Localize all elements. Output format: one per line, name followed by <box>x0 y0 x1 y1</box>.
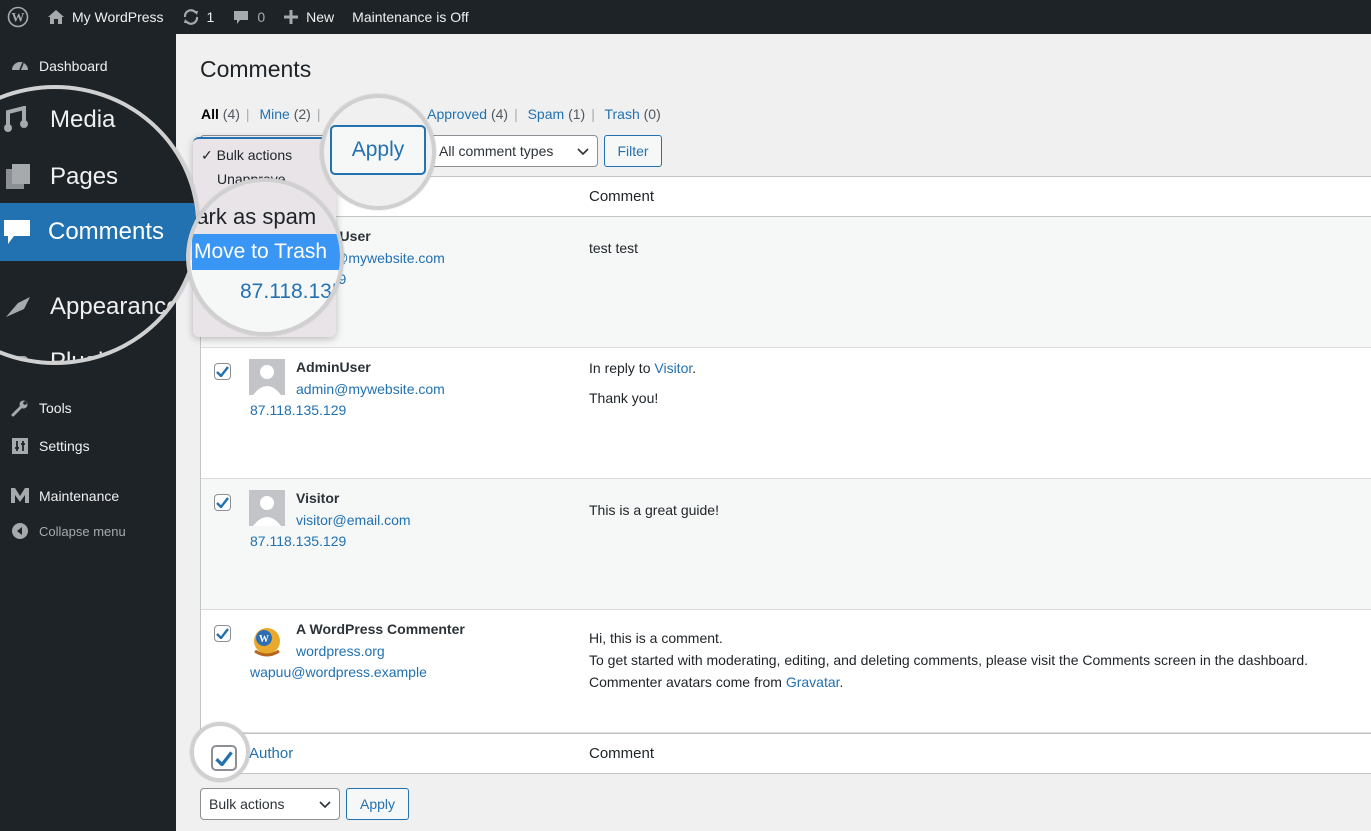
comment-text: This is a great guide! <box>589 502 719 518</box>
comments-table: Author Comment AdminUser admin@mywebsite… <box>200 176 1371 774</box>
column-author-footer[interactable]: Author <box>249 745 293 762</box>
filter-all[interactable]: All (4) <box>201 106 240 122</box>
sidebar-item-comments[interactable]: Comments <box>0 203 196 261</box>
table-row: Visitor visitor@email.com 87.118.135.129… <box>201 479 1371 610</box>
sidebar-label: Tools <box>39 400 72 416</box>
gravatar-link[interactable]: Gravatar <box>786 674 840 690</box>
sidebar-item-settings[interactable]: Settings <box>0 429 176 463</box>
svg-text:W: W <box>259 634 269 645</box>
settings-icon <box>10 436 30 456</box>
home-icon <box>47 8 65 26</box>
row-checkbox[interactable] <box>214 625 231 642</box>
author-name: AdminUser <box>296 359 371 375</box>
table-row: W A WordPress Commenter wordpress.org wa… <box>201 610 1371 733</box>
comments-count: 0 <box>257 9 266 25</box>
site-name: My WordPress <box>72 9 164 25</box>
table-footer: Author Comment <box>201 733 1371 773</box>
tools-icon <box>10 398 30 418</box>
plus-icon <box>283 9 299 25</box>
pages-icon <box>4 163 34 191</box>
svg-text:W: W <box>12 10 25 25</box>
comment-status-filters: All (4)| Mine (2)| | Approved (4)| Spam … <box>201 106 661 122</box>
maintenance-status-link[interactable]: Maintenance is Off <box>343 0 477 34</box>
updates-count: 1 <box>206 9 215 25</box>
sidebar-label: Dashboard <box>39 58 108 74</box>
chevron-down-icon <box>577 143 589 159</box>
comment-text: test test <box>589 240 639 256</box>
filter-trash[interactable]: Trash (0) <box>604 106 660 122</box>
author-ip[interactable]: 87.118.135.129 <box>250 402 346 418</box>
dropdown-magnifier: Mark as spam Move to Trash 87.118.135.12… <box>186 178 344 336</box>
sidebar-item-appearance[interactable]: Appearance <box>4 284 196 330</box>
wordpress-logo-menu[interactable]: W <box>0 0 38 34</box>
comment-type-select[interactable]: All comment types <box>430 135 598 167</box>
author-email[interactable]: visitor@email.com <box>296 512 411 528</box>
comments-icon <box>2 218 32 246</box>
new-label: New <box>306 9 335 25</box>
author-email[interactable]: wapuu@wordpress.example <box>250 664 427 680</box>
wapuu-avatar: W <box>249 621 285 657</box>
apply-magnifier: Apply <box>320 94 436 210</box>
comment-bubble-icon <box>232 8 250 26</box>
reply-to-link[interactable]: Visitor <box>654 360 692 376</box>
updates-link[interactable]: 1 <box>173 0 224 34</box>
dropdown-option-mark-as-spam[interactable]: Mark as spam <box>190 204 316 230</box>
apply-button-bottom[interactable]: Apply <box>346 788 409 820</box>
checkmark-icon: ✓ <box>201 147 213 163</box>
maintenance-icon <box>10 486 30 506</box>
author-ip[interactable]: 87.118.135.129 <box>250 533 346 549</box>
dropdown-option-move-to-trash[interactable]: Move to Trash <box>192 234 340 270</box>
author-name: Visitor <box>296 490 340 506</box>
media-icon <box>4 106 34 134</box>
sidebar-item-dashboard[interactable]: Dashboard <box>0 49 176 83</box>
sidebar-item-tools[interactable]: Tools <box>0 391 176 425</box>
admin-bar: W My WordPress 1 0 New Maintenance is Of… <box>0 0 1371 34</box>
sidebar-item-pages[interactable]: Pages <box>4 154 196 200</box>
table-row: AdminUser admin@mywebsite.com 87.118.135… <box>201 348 1371 479</box>
select-all-checkbox-magnified[interactable] <box>211 745 237 771</box>
filter-mine[interactable]: Mine (2) <box>259 106 310 122</box>
sidebar-item-maintenance[interactable]: Maintenance <box>0 479 176 513</box>
comment-text: Hi, this is a comment. To get started wi… <box>589 630 1309 690</box>
comments-link[interactable]: 0 <box>223 0 274 34</box>
sidebar-label: Collapse menu <box>39 523 126 539</box>
sidebar-magnifier: Media Pages Comments Appearance Plugins <box>0 85 200 365</box>
sidebar-item-media[interactable]: Media <box>4 97 196 143</box>
comment-text: In reply to Visitor. Thank you! <box>589 357 696 417</box>
filter-spam[interactable]: Spam (1) <box>528 106 586 122</box>
apply-button-top[interactable]: Apply <box>330 125 426 175</box>
bulk-actions-select-bottom[interactable]: Bulk actions <box>200 788 340 820</box>
magnified-ip: 87.118.135.129 <box>240 280 344 303</box>
in-reply-to: In reply to Visitor. <box>589 360 697 376</box>
maintenance-status: Maintenance is Off <box>352 9 469 25</box>
sidebar-label: Maintenance <box>39 488 120 504</box>
author-url[interactable]: wordpress.org <box>296 643 385 659</box>
author-email[interactable]: admin@mywebsite.com <box>296 381 445 397</box>
table-row: AdminUser admin@mywebsite.com 87.118.135… <box>201 217 1371 348</box>
row-checkbox[interactable] <box>214 363 231 380</box>
appearance-icon <box>4 293 34 321</box>
avatar <box>249 490 285 526</box>
new-content-link[interactable]: New <box>274 0 343 34</box>
dashboard-icon <box>10 56 30 76</box>
filter-button[interactable]: Filter <box>604 135 662 167</box>
checkbox-magnifier <box>190 722 250 782</box>
wordpress-logo-icon: W <box>7 6 29 28</box>
page-title: Comments <box>200 56 312 82</box>
row-checkbox[interactable] <box>214 494 231 511</box>
sidebar-label: Settings <box>39 438 90 454</box>
collapse-menu-button[interactable]: Collapse menu <box>0 514 176 548</box>
site-name-link[interactable]: My WordPress <box>38 0 173 34</box>
author-name: A WordPress Commenter <box>296 621 465 637</box>
updates-icon <box>182 8 200 26</box>
column-comment: Comment <box>589 188 655 205</box>
avatar <box>249 359 285 395</box>
collapse-icon <box>10 521 30 541</box>
dropdown-option-bulk-actions[interactable]: ✓ Bulk actions <box>201 147 292 164</box>
column-comment-footer: Comment <box>589 745 655 762</box>
chevron-down-icon <box>319 796 331 812</box>
filter-approved[interactable]: Approved (4) <box>427 106 508 122</box>
